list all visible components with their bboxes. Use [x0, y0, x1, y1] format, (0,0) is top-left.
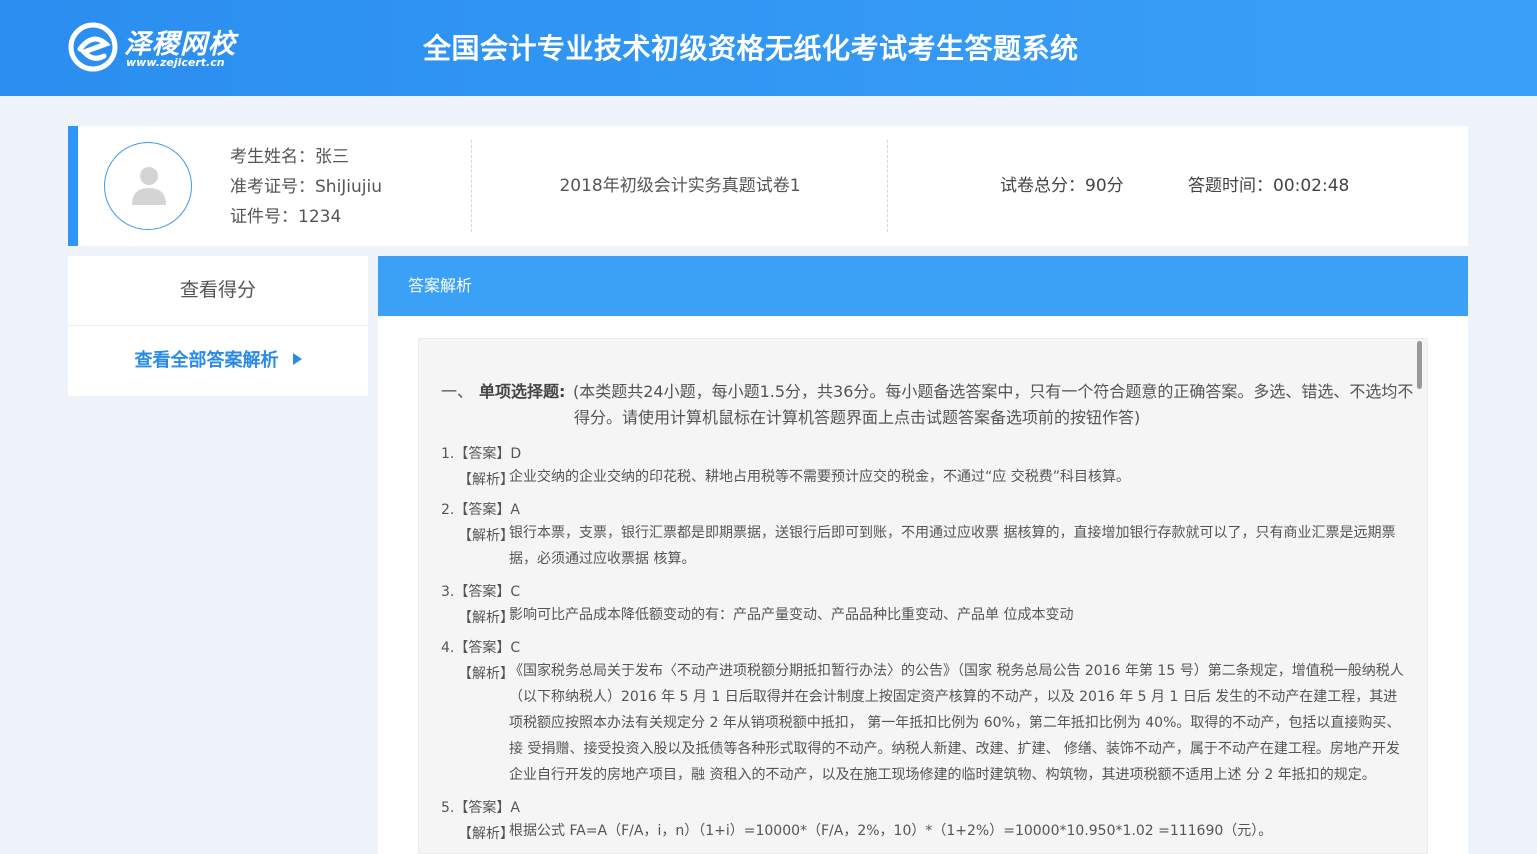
total-score: 试卷总分：90分: [1000, 171, 1124, 196]
question-answer: 2.【答案】A: [441, 502, 520, 518]
certificate-number-row: 证件号：1234: [230, 202, 382, 232]
explanation-text: 《国家税务总局关于发布〈不动产进项税额分期抵扣暂行办法〉的公告》（国家 税务总局…: [509, 663, 1404, 783]
answer-time-label: 答题时间：: [1188, 176, 1273, 196]
explanation-text: 影响可比产品成本降低额变动的有：产品产量变动、产品品种比重变动、产品单 位成本变…: [509, 607, 1074, 623]
admission-number-label: 准考证号：: [230, 177, 315, 197]
card-accent-bar: [68, 126, 78, 246]
answer-time-value: 00:02:48: [1273, 176, 1350, 196]
explanation-label: 【解析】: [458, 826, 514, 842]
app-title: 全国会计专业技术初级资格无纸化考试考生答题系统: [423, 32, 1079, 65]
logo-icon: [68, 22, 118, 72]
logo-url: www.zejicert.cn: [126, 56, 225, 69]
total-score-value: 90分: [1085, 176, 1124, 196]
total-score-label: 试卷总分：: [1000, 176, 1085, 196]
section-description: (本类题共24小题，每小题1.5分，共36分。每小题备选答案中，只有一个符合题意…: [573, 382, 1414, 401]
explanation-label: 【解析】: [458, 610, 514, 626]
view-all-analysis-link[interactable]: 查看全部答案解析: [68, 326, 368, 396]
admission-number: ShiJiujiu: [315, 177, 383, 197]
sidebar: 查看得分 查看全部答案解析: [68, 256, 368, 396]
question-answer: 4.【答案】C: [441, 640, 521, 656]
explanation-label: 【解析】: [458, 666, 514, 682]
panel-header: 答案解析: [378, 256, 1468, 316]
certificate-number-label: 证件号：: [230, 207, 298, 227]
candidate-info-card: 考生姓名：张三 准考证号：ShiJiujiu 证件号：1234 2018年初级会…: [68, 126, 1468, 246]
scrollbar[interactable]: [1417, 339, 1425, 853]
admission-number-row: 准考证号：ShiJiujiu: [230, 172, 382, 202]
question-answer: 3.【答案】C: [441, 584, 521, 600]
avatar: [104, 142, 192, 230]
section-title: 单项选择题:: [479, 382, 566, 401]
explanation-text: 企业交纳的企业交纳的印花税、耕地占用税等不需要预计应交的税金，不通过“应 交税费…: [509, 469, 1130, 485]
exam-name: 2018年初级会计实务真题试卷1: [559, 176, 801, 196]
divider: [887, 140, 888, 232]
scrollbar-thumb[interactable]: [1417, 341, 1422, 389]
view-all-analysis-label: 查看全部答案解析: [134, 350, 279, 371]
question-answer: 5.【答案】A: [441, 800, 520, 816]
explanation-label: 【解析】: [458, 528, 514, 544]
section-number: 一、: [441, 382, 474, 401]
candidate-name: 张三: [315, 147, 349, 167]
explanation-text: 根据公式 FA=A（F/A，i，n）（1+i）=10000*（F/A，2%，10…: [509, 823, 1273, 839]
explanation-text: 银行本票，支票，银行汇票都是即期票据，送银行后即可到账，不用通过应收票 据核算的…: [509, 525, 1396, 567]
candidate-name-label: 考生姓名：: [230, 147, 315, 167]
triangle-right-icon: [292, 353, 302, 365]
logo: 泽稷网校 www.zejicert.cn: [68, 22, 248, 72]
certificate-number: 1234: [298, 207, 342, 227]
candidate-name-row: 考生姓名：张三: [230, 142, 382, 172]
explanation-label: 【解析】: [458, 472, 514, 488]
top-banner: 泽稷网校 www.zejicert.cn 全国会计专业技术初级资格无纸化考试考生…: [0, 0, 1537, 96]
analysis-content[interactable]: 一、 单项选择题: (本类题共24小题，每小题1.5分，共36分。每小题备选答案…: [418, 338, 1428, 854]
answer-analysis-panel: 答案解析 一、 单项选择题: (本类题共24小题，每小题1.5分，共36分。每小…: [378, 256, 1468, 854]
user-icon: [132, 167, 166, 205]
candidate-details: 考生姓名：张三 准考证号：ShiJiujiu 证件号：1234: [230, 142, 382, 232]
answer-time: 答题时间：00:02:48: [1188, 171, 1349, 196]
section-description-continued: 得分。请使用计算机鼠标在计算机答题界面上点击试题答案备选项前的按钮作答): [574, 408, 1141, 427]
question-answer: 1.【答案】D: [441, 446, 522, 462]
view-score-button[interactable]: 查看得分: [68, 256, 368, 326]
